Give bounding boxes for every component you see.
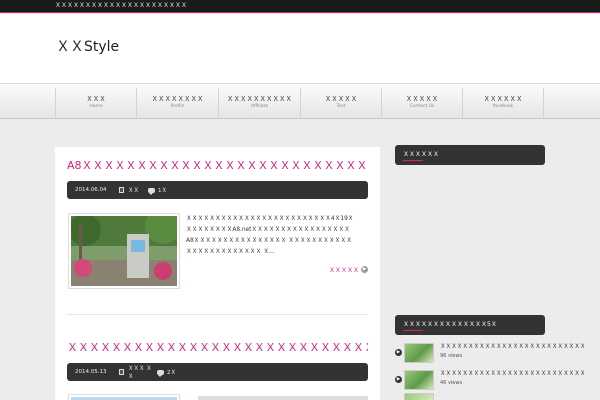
post-category-label: ＸＸ <box>128 188 140 194</box>
nav-item-label: ＸＸＸＸＸＸ <box>483 95 523 103</box>
global-nav: ＸＸＸ Home ＸＸＸＸＸＸＸＸ Profile ＸＸＸＸＸＸＸＸＸＸ Aff… <box>0 84 600 119</box>
post-divider <box>67 314 368 315</box>
folder-icon <box>119 369 124 375</box>
nav-item-sublabel: facebook <box>492 104 514 109</box>
nav-item-sublabel: Home <box>89 104 103 109</box>
nav-item-label: ＸＸＸＸＸ <box>405 95 439 103</box>
popular-post-views: 96 views <box>440 353 463 359</box>
site-header: ＸＸStyle <box>0 14 600 84</box>
read-more-label: ＸＸＸＸＸ <box>328 267 359 274</box>
popular-post-item[interactable]: ▶ ＸＸＸＸＸＸＸＸＸＸＸＸＸＸＸＸＸＸＸＸＸＸＸＸＸＸ 96 views <box>395 343 585 363</box>
post-comment-count: 2Ｘ <box>167 370 176 376</box>
post-category-label: ＸＸＸ ＸＸ <box>127 366 152 380</box>
post-category[interactable]: ＸＸ <box>119 186 148 194</box>
popular-post-title: ＸＸＸＸＸＸＸＸＸＸＸＸＸＸＸＸＸＸＸＸＸＸＸＸＸＸ <box>440 371 586 377</box>
rank-icon: ▶ <box>395 349 402 356</box>
nav-item-sublabel: Profile <box>170 104 185 109</box>
nav-item-affiliate[interactable]: ＸＸＸＸＸＸＸＸＸＸ Affiliate <box>219 88 301 118</box>
post-excerpt <box>198 396 368 400</box>
nav-item-label: ＸＸＸＸＸＸＸＸＸＸ <box>227 95 292 103</box>
read-more-link[interactable]: ＸＸＸＸＸ ▶ <box>329 265 368 274</box>
arrow-right-icon: ▶ <box>361 266 368 273</box>
nav-item-sublabel: Contact Us <box>409 104 435 109</box>
post-comment-count: 1Ｘ <box>158 188 167 194</box>
post-excerpt: ＸＸＸＸＸＸＸＸＸＸＸＸＸＸＸＸＸＸＸＸＸＸＸＸＸ4Ｘ19ＸＸＸＸＸＸＸＸＸA8… <box>186 216 354 255</box>
post-meta-bar: 2014.06.04 ＸＸ 1Ｘ <box>67 181 368 199</box>
popular-posts-widget: ＸＸＸＸＸＸＸＸＸＸＸＸＸＸ5Ｘ <box>395 315 545 335</box>
popular-post-item[interactable]: ▶ ＸＸＸＸＸＸＸＸＸＸＸＸＸＸＸＸＸＸＸＸＸＸＸＸＸＸ 46 views <box>395 370 585 390</box>
nav-item-contact[interactable]: ＸＸＸＸＸ Contact Us <box>382 88 463 118</box>
nav-item-label: ＸＸＸＸＸ <box>324 95 358 103</box>
nav-item-profile[interactable]: ＸＸＸＸＸＸＸＸ Profile <box>137 88 219 118</box>
comment-icon <box>157 369 164 377</box>
post-thumbnail[interactable] <box>68 394 180 400</box>
widget-title: ＸＸＸＸＸＸ <box>395 145 545 165</box>
comment-icon <box>148 187 155 195</box>
post-category[interactable]: ＸＸＸ ＸＸ <box>119 364 157 380</box>
post-comments[interactable]: 1Ｘ <box>148 186 167 195</box>
nav-item-facebook[interactable]: ＸＸＸＸＸＸ facebook <box>463 88 544 118</box>
top-bar: ＸＸＸＸＸＸＸＸＸＸＸＸＸＸＸＸＸＸＸＸＸＸ <box>0 0 600 13</box>
nav-item-sublabel: Text <box>336 104 346 109</box>
post-meta-bar: 2014.05.13 ＸＸＸ ＸＸ 2Ｘ <box>67 363 368 381</box>
nav-item-text[interactable]: ＸＸＸＸＸ Text <box>301 88 382 118</box>
sidebar-widget: ＸＸＸＸＸＸ <box>395 145 545 165</box>
site-title[interactable]: ＸＸStyle <box>56 38 119 56</box>
popular-post-thumbnail <box>404 393 434 400</box>
folder-icon <box>119 187 124 193</box>
post-entry: A8ＸＸＸＸＸＸＸＸＸＸＸＸＸＸＸＸＸＸＸＸＸＸＸＸＸＸＸＸＸＸＸＸＸＸＸＸＸＸ… <box>67 158 368 199</box>
post-date: 2014.05.13 <box>75 369 107 375</box>
popular-post-thumbnail <box>404 370 434 390</box>
post-title-link[interactable]: A8ＸＸＸＸＸＸＸＸＸＸＸＸＸＸＸＸＸＸＸＸＸＸＸＸＸＸＸＸＸＸＸＸＸＸＸＸＸＸ… <box>67 158 368 173</box>
post-thumbnail[interactable] <box>68 213 180 289</box>
rank-icon: ▶ <box>395 376 402 383</box>
widget-title: ＸＸＸＸＸＸＸＸＸＸＸＸＸＸ5Ｘ <box>395 315 545 335</box>
post-date: 2014.06.04 <box>75 187 107 193</box>
site-tagline: ＸＸＸＸＸＸＸＸＸＸＸＸＸＸＸＸＸＸＸＸＸＸ <box>55 2 188 9</box>
popular-post-title: ＸＸＸＸＸＸＸＸＸＸＸＸＸＸＸＸＸＸＸＸＸＸＸＸＸＸ <box>440 344 586 350</box>
post-title-link[interactable]: ＸＸＸＸＸＸＸＸＸＸＸＸＸＸＸＸＸＸＸＸＸＸＸＸＸＸＸＸＸＸＸＸＸＸＸＸＸＸＸＸ… <box>67 340 368 355</box>
popular-post-thumbnail <box>404 343 434 363</box>
thumbnail-image <box>71 216 177 286</box>
nav-item-sublabel: Affiliate <box>250 104 269 109</box>
nav-item-home[interactable]: ＸＸＸ Home <box>56 88 137 118</box>
nav-item-label: ＸＸＸ <box>86 95 106 103</box>
main-content: A8ＸＸＸＸＸＸＸＸＸＸＸＸＸＸＸＸＸＸＸＸＸＸＸＸＸＸＸＸＸＸＸＸＸＸＸＸＸＸ… <box>55 147 380 400</box>
park-photo <box>71 216 177 286</box>
post-entry: ＸＸＸＸＸＸＸＸＸＸＸＸＸＸＸＸＸＸＸＸＸＸＸＸＸＸＸＸＸＸＸＸＸＸＸＸＸＸＸＸ… <box>67 340 368 381</box>
post-comments[interactable]: 2Ｘ <box>157 368 176 377</box>
nav-item-label: ＸＸＸＸＸＸＸＸ <box>151 95 204 103</box>
popular-post-views: 46 views <box>440 380 463 386</box>
